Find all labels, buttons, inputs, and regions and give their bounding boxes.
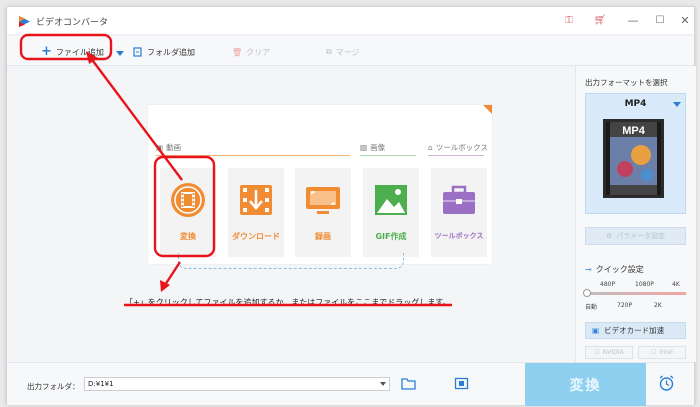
quality-slider-track[interactable] [585, 292, 686, 295]
convert-label: 変換 [569, 377, 602, 394]
clear-label: クリア [246, 47, 271, 57]
quality-720p: 720P [617, 302, 633, 309]
intel-checkbox-icon: ☐ [651, 349, 657, 356]
category-toolbox-label: ツールボックス [435, 143, 489, 152]
add-folder-label: フォルダ追加 [147, 47, 195, 57]
image-category-icon: ▨ [360, 143, 368, 152]
key-icon[interactable]: ⚿ [562, 14, 576, 28]
format-name: MP4 [624, 99, 647, 109]
output-folder-label: 出力フォルダ： [27, 382, 80, 391]
quality-480p: 480P [600, 281, 616, 288]
add-folder-button[interactable]: フォルダ追加 [133, 45, 195, 59]
film-convert-icon [171, 183, 205, 217]
bottom-bar: 出力フォルダ： D:¥1¥1 変換 [7, 362, 694, 406]
merge-label: マージ [335, 47, 360, 57]
tile-download[interactable]: ダウンロード [228, 168, 284, 257]
parameter-settings-label: パラメータ設定 [616, 232, 666, 240]
plus-icon: + [41, 44, 52, 59]
minimize-button[interactable]: — [626, 14, 640, 28]
convert-button[interactable]: 変換 [525, 363, 646, 406]
gpu-chip-icon: ▣ [592, 326, 600, 335]
tile-download-label: ダウンロード [232, 232, 280, 241]
gpu-acceleration-label: ビデオカード加速 [604, 326, 665, 335]
app-logo-icon [19, 16, 30, 27]
nvidia-option[interactable]: ☐ NVIDIA [585, 346, 633, 359]
quality-4k: 4K [672, 281, 680, 288]
alarm-clock-icon[interactable] [658, 375, 675, 392]
gif-image-icon [375, 185, 407, 215]
title-bar: ビデオコンバータ ⚿ 🛒︎ — ☐ ✕ [7, 7, 694, 35]
parameter-settings-button[interactable]: ⚙ パラメータ設定 [585, 227, 686, 245]
toolbar: + ファイル追加 フォルダ追加 🗑︎ クリア ⧉ マージ [7, 36, 694, 66]
video-category-line [156, 155, 350, 156]
format-dropdown-icon [673, 102, 681, 107]
tile-toolbox[interactable]: ツールボックス [431, 168, 487, 257]
app-window: ビデオコンバータ ⚿ 🛒︎ — ☐ ✕ + ファイル追加 フォルダ追加 🗑︎ ク… [6, 6, 696, 406]
quick-settings: ⊸ クイック設定 [585, 264, 644, 275]
merge-icon: ⧉ [326, 47, 332, 56]
output-folder-dropdown-icon [380, 382, 386, 386]
merge-button[interactable]: ⧉ マージ [326, 45, 360, 59]
mp4-format-icon: MP4 [603, 119, 664, 198]
gpu-acceleration-toggle[interactable]: ▣ ビデオカード加速 [585, 322, 686, 339]
output-format-title: 出力フォーマットを選択 [585, 78, 668, 87]
tile-gif-label: GIF作成 [375, 232, 407, 241]
function-card: ▣ 動画 ▨ 画像 ⌂ ツールボックス 変換 ダウンロード 録画 GIF作成 ツ… [147, 104, 493, 269]
category-video-label: 動画 [166, 143, 182, 152]
quick-settings-label: クイック設定 [595, 265, 644, 274]
tile-record[interactable]: 録画 [295, 168, 351, 257]
toolbox-icon [443, 185, 475, 214]
tile-convert-label: 変換 [180, 232, 196, 241]
mp4-thumb-text: MP4 [622, 125, 646, 137]
app-title: ビデオコンバータ [36, 18, 109, 28]
maximize-button[interactable]: ☐ [653, 14, 667, 28]
quality-slider-handle[interactable] [583, 289, 591, 297]
tile-convert[interactable]: 変換 [160, 168, 216, 257]
intel-option[interactable]: ☐ Intel [638, 346, 686, 359]
screen-record-icon [306, 187, 340, 214]
category-toolbox: ⌂ ツールボックス [428, 142, 488, 153]
tile-gif[interactable]: GIF作成 [363, 168, 419, 257]
toolbox-category-line [428, 155, 484, 156]
drop-hint-text: 「+」をクリックしてファイルを追加するか、またはファイルをここまでドラッグします… [125, 298, 451, 307]
tile-toolbox-label: ツールボックス [434, 232, 484, 240]
clear-button[interactable]: 🗑︎ クリア [232, 45, 270, 59]
intel-label: Intel [659, 349, 673, 356]
folder-add-icon [133, 47, 142, 57]
output-format-panel: 出力フォーマットを選択 MP4 MP4 ⚙ パラメータ設定 ⊸ クイック設定 4… [575, 66, 696, 362]
close-button[interactable]: ✕ [678, 14, 692, 28]
trash-icon: 🗑︎ [232, 47, 243, 57]
card-corner-badge [483, 105, 492, 114]
quality-1080p: 1080P [635, 281, 654, 288]
toolbox-category-icon: ⌂ [428, 143, 433, 152]
category-screen-label: 画像 [370, 143, 386, 152]
output-folder-select[interactable]: D:¥1¥1 [84, 377, 390, 391]
quality-auto: 自動 [585, 304, 598, 311]
category-screen: ▨ 画像 [360, 142, 385, 153]
add-file-dropdown-icon[interactable] [116, 51, 124, 56]
tile-record-label: 録画 [315, 232, 331, 241]
sliders-icon: ⚙ [605, 232, 613, 240]
nvidia-checkbox-icon: ☐ [594, 349, 600, 356]
open-folder-icon[interactable] [401, 377, 416, 390]
add-file-button[interactable]: + ファイル追加 [41, 45, 104, 59]
category-video: ▣ 動画 [156, 142, 181, 153]
video-category-icon: ▣ [156, 143, 164, 152]
output-list-icon[interactable] [454, 377, 469, 390]
quick-settings-icon: ⊸ [585, 265, 592, 274]
add-file-label: ファイル追加 [55, 47, 104, 57]
drop-hint-outline [178, 253, 404, 269]
quality-2k: 2K [654, 302, 662, 309]
drop-area[interactable]: ▣ 動画 ▨ 画像 ⌂ ツールボックス 変換 ダウンロード 録画 GIF作成 ツ… [7, 66, 574, 362]
output-folder-path: D:¥1¥1 [88, 380, 114, 388]
download-icon [240, 185, 272, 215]
cart-icon[interactable]: 🛒︎ [593, 14, 607, 28]
nvidia-label: NVIDIA [602, 349, 624, 356]
format-selector[interactable]: MP4 MP4 [585, 93, 686, 214]
screen-category-line [360, 155, 416, 156]
